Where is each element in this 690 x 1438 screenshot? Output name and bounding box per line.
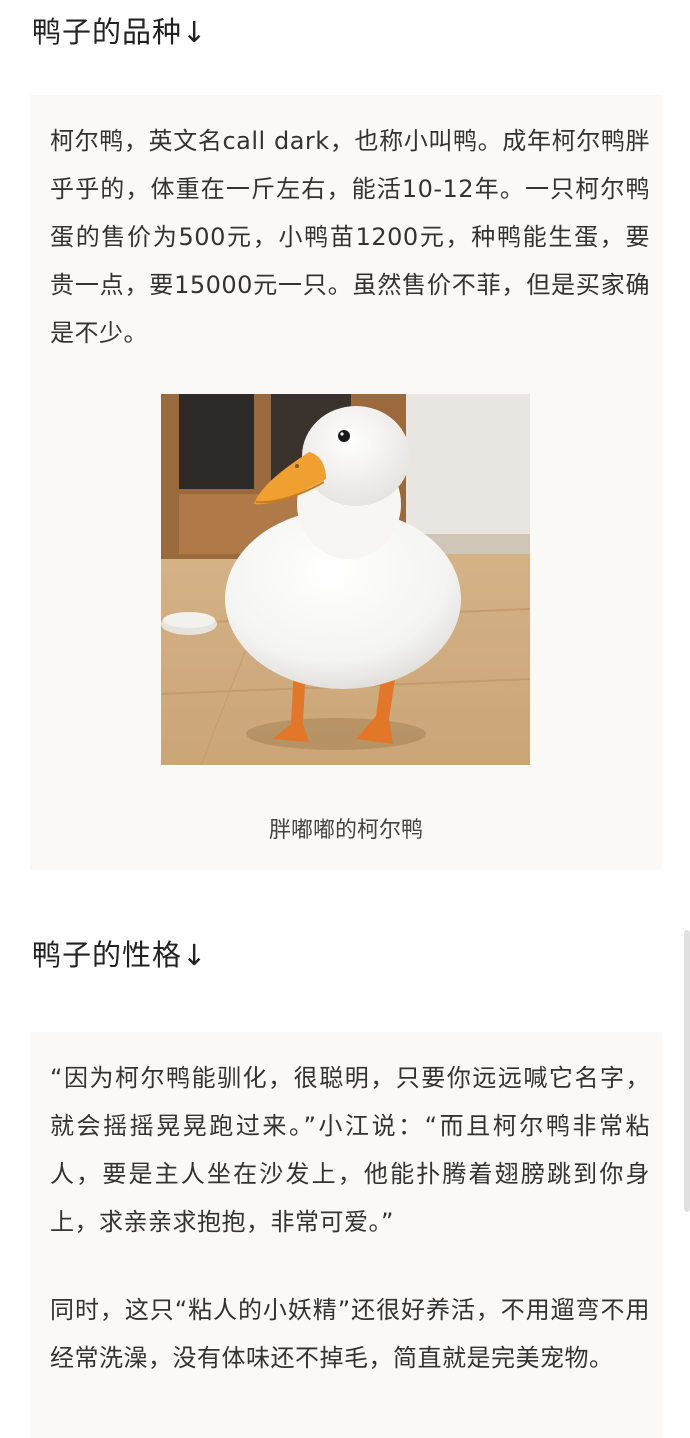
quote-paragraph: “因为柯尔鸭能驯化，很聪明，只要你远远喊它名字，就会摇摇晃晃跑过来。”小江说：“…: [50, 1064, 650, 1236]
care-paragraph: 同时，这只“粘人的小妖精”还很好养活，不用遛弯不用经常洗澡，没有体味还不掉毛，简…: [50, 1296, 650, 1372]
breed-paragraph: 柯尔鸭，英文名call dark，也称小叫鸭。成年柯尔鸭胖乎乎的，体重在一斤左右…: [50, 127, 650, 347]
photo-caption: 胖嘟嘟的柯尔鸭: [268, 818, 423, 843]
call-duck-photo: [161, 394, 530, 765]
section-heading-breed: 鸭子的品种↓: [32, 15, 208, 49]
scrollbar[interactable]: [684, 930, 690, 1212]
section-heading-temperament: 鸭子的性格↓: [32, 938, 208, 972]
temperament-info-panel: “因为柯尔鸭能驯化，很聪明，只要你远远喊它名字，就会摇摇晃晃跑过来。”小江说：“…: [30, 1032, 662, 1438]
